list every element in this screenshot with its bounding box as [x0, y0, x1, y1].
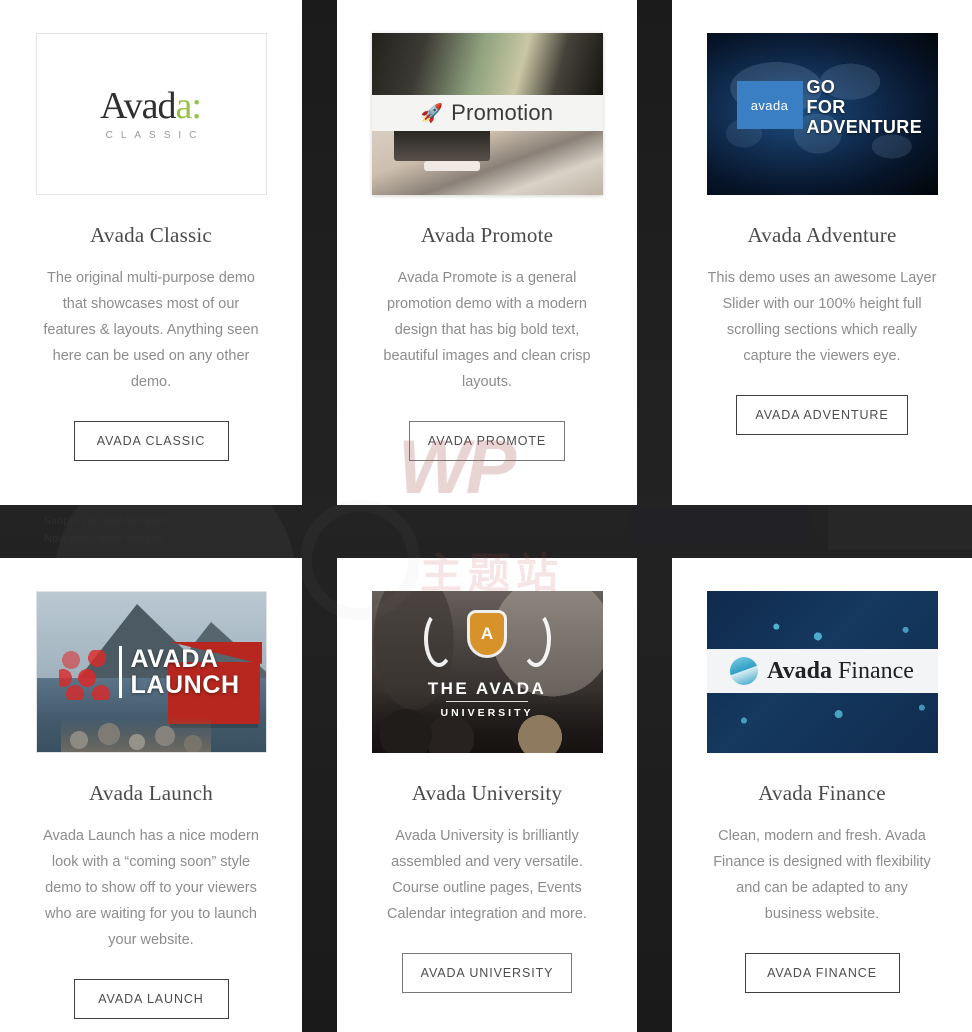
card-description: The original multi-purpose demo that sho… [43, 270, 259, 390]
demo-card-avada-promote[interactable]: 🚀 Promotion Avada Promote Avada Promote … [337, 0, 637, 505]
card-description: This demo uses an awesome Layer Slider w… [707, 270, 937, 364]
avada-finance-button[interactable]: AVADA FINANCE [744, 953, 900, 993]
avada-classic-button[interactable]: AVADA CLASSIC [73, 421, 229, 461]
avada-adventure-button[interactable]: AVADA ADVENTURE [736, 395, 908, 435]
row-gap [0, 505, 972, 558]
promote-logo-band: 🚀 Promotion [371, 95, 603, 131]
launch-rocks [60, 694, 211, 752]
adventure-avada-badge: avada [736, 81, 803, 129]
launch-divider [118, 646, 122, 698]
demo-card-avada-classic[interactable]: Avada: CLASSIC Avada Classic The origina… [0, 0, 302, 505]
university-title-line-2: UNIVERSITY [440, 707, 534, 719]
laurel-right-icon [520, 611, 551, 667]
finance-logo-band: Avada Finance [706, 649, 938, 693]
launch-title: AVADA LAUNCH [131, 646, 240, 698]
promote-photo-bottom [371, 131, 603, 195]
thumbnail-avada-promote[interactable]: 🚀 Promotion [371, 33, 603, 195]
university-title-divider [446, 701, 528, 702]
promote-photo-top [371, 33, 603, 95]
avada-classic-logo-prefix: Avad [100, 85, 176, 127]
thumbnail-avada-adventure[interactable]: avada GO FOR ADVENTURE [706, 33, 938, 195]
card-title: Avada Finance [758, 781, 886, 805]
demo-card-avada-university[interactable]: A THE AVADA UNIVERSITY Avada University … [337, 558, 637, 1032]
card-title: Avada University [411, 781, 563, 805]
card-title: Avada Launch [89, 781, 213, 805]
avada-launch-button[interactable]: AVADA LAUNCH [73, 979, 229, 1019]
adventure-slogan-line-1: GO [806, 77, 836, 97]
demo-card-grid: Avada: CLASSIC Avada Classic The origina… [0, 0, 972, 1032]
rocket-icon: 🚀 [420, 103, 444, 123]
card-title: Avada Classic [90, 223, 212, 247]
card-description: Avada University is brilliantly assemble… [387, 828, 587, 922]
avada-classic-logo: Avada: [100, 87, 202, 125]
card-description: Avada Promote is a general promotion dem… [383, 270, 591, 390]
avada-promote-button[interactable]: AVADA PROMOTE [408, 421, 566, 461]
demo-card-avada-launch[interactable]: AVADA LAUNCH Avada Launch Avada Launch h… [0, 558, 302, 1032]
avada-classic-logo-accent: a [175, 85, 193, 127]
thumbnail-avada-university[interactable]: A THE AVADA UNIVERSITY [371, 591, 603, 753]
card-description: Clean, modern and fresh. Avada Finance i… [713, 828, 931, 922]
launch-dot-pattern-icon [58, 650, 121, 700]
column-gap [302, 0, 337, 505]
card-title: Avada Adventure [747, 223, 897, 247]
thumbnail-avada-classic[interactable]: Avada: CLASSIC [35, 33, 267, 195]
finance-logo-text: Avada Finance [767, 659, 914, 683]
avada-classic-logo-subtitle: CLASSIC [105, 130, 205, 141]
column-gap [302, 558, 337, 1032]
demo-card-avada-adventure[interactable]: avada GO FOR ADVENTURE Avada Adventure T… [672, 0, 972, 505]
thumbnail-avada-finance[interactable]: Avada Finance [706, 591, 938, 753]
column-gap [637, 0, 672, 505]
launch-title-line-1: AVADA [130, 645, 219, 673]
launch-title-line-2: LAUNCH [130, 671, 240, 699]
university-crest-icon: A [470, 613, 504, 655]
adventure-slogan-line-3: ADVENTURE [806, 117, 923, 137]
demo-card-avada-finance[interactable]: Avada Finance Avada Finance Clean, moder… [672, 558, 972, 1032]
avada-classic-logo-colon: : [191, 85, 202, 127]
globe-icon [730, 657, 759, 685]
adventure-slogan: GO FOR ADVENTURE [807, 77, 923, 137]
finance-logo-light: Finance [837, 658, 914, 684]
finance-logo-bold: Avada [767, 658, 832, 684]
card-title: Avada Promote [420, 223, 554, 247]
thumbnail-avada-launch[interactable]: AVADA LAUNCH [35, 591, 267, 753]
laurel-left-icon [423, 611, 454, 667]
card-description: Avada Launch has a nice modern look with… [43, 828, 259, 948]
avada-university-button[interactable]: AVADA UNIVERSITY [401, 953, 573, 993]
promote-logo-text: Promotion [451, 100, 554, 125]
adventure-slogan-line-2: FOR [806, 97, 846, 117]
university-title-line-1: THE AVADA [427, 679, 547, 698]
column-gap [637, 558, 672, 1032]
